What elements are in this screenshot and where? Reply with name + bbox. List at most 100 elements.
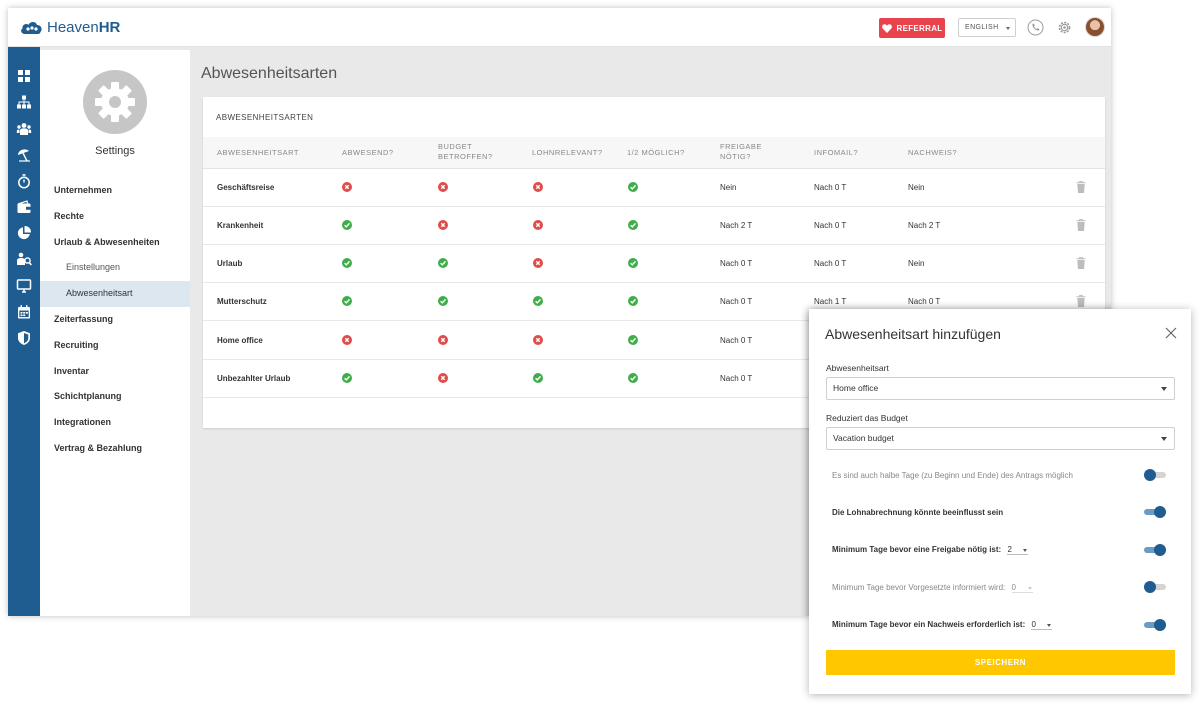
check-circle-icon [342, 258, 352, 268]
cross-circle-icon [533, 258, 543, 268]
menu-item-zeiterfassung[interactable]: Zeiterfassung [40, 307, 190, 333]
menu-item-abwesenheitsart[interactable]: Abwesenheitsart [40, 281, 190, 307]
inform-days-select[interactable]: 0 [1011, 583, 1033, 593]
col-approval[interactable]: FREIGABE NÖTIG? [720, 142, 762, 162]
modal-title: Abwesenheitsart hinzufügen [825, 326, 1001, 342]
table-row[interactable]: Urlaub Nach 0 T Nach 0 T Nein [203, 245, 1105, 283]
toggle-approval[interactable] [1144, 544, 1166, 556]
col-budget-line2: BETROFFEN? [438, 152, 493, 161]
save-button[interactable]: SPEICHERN [826, 650, 1175, 675]
avatar[interactable] [1085, 17, 1105, 37]
trash-icon[interactable] [1076, 295, 1086, 307]
cell-approval: Nach 0 T [720, 297, 753, 306]
recruiting-icon[interactable] [16, 251, 32, 267]
check-circle-icon [342, 220, 352, 230]
proof-days-select[interactable]: 0 [1031, 620, 1053, 630]
pie-chart-icon[interactable] [16, 225, 32, 241]
cross-circle-icon [342, 335, 352, 345]
check-circle-icon [533, 296, 543, 306]
absence-type-name: Krankenheit [217, 221, 264, 230]
logo[interactable]: HeavenHR [20, 19, 120, 36]
trash-icon[interactable] [1076, 181, 1086, 193]
menu-item-integrationen[interactable]: Integrationen [40, 410, 190, 436]
trash-icon[interactable] [1076, 257, 1086, 269]
approval-days-select[interactable]: 2 [1007, 545, 1029, 555]
heart-icon [881, 23, 892, 33]
chevron-down-icon [1161, 387, 1167, 391]
cell-approval: Nach 0 T [720, 374, 753, 383]
table-header: ABWESENHEITSART ABWESEND? BUDGET BETROFFE… [203, 137, 1105, 169]
phone-icon[interactable] [1027, 19, 1044, 36]
nav-rail [8, 47, 40, 616]
col-absent[interactable]: ABWESEND? [342, 148, 394, 158]
absence-type-name: Geschäftsreise [217, 183, 275, 192]
shield-icon[interactable] [16, 330, 32, 346]
language-select[interactable]: ENGLISH [958, 18, 1016, 37]
people-icon[interactable] [16, 121, 32, 137]
toggle-knob [1154, 619, 1166, 631]
col-type[interactable]: ABWESENHEITSART [217, 148, 299, 158]
budget-select[interactable]: Vacation budget [826, 427, 1175, 450]
chevron-down-icon [1006, 27, 1010, 30]
close-icon[interactable] [1164, 326, 1178, 340]
proof-days-value: 0 [1031, 620, 1036, 629]
check-circle-icon [628, 220, 638, 230]
calendar-icon[interactable] [16, 304, 32, 320]
settings-title: Settings [95, 145, 135, 157]
cross-circle-icon [533, 182, 543, 192]
logo-text-bold: HR [98, 19, 121, 36]
org-chart-icon[interactable] [16, 94, 32, 110]
language-value: ENGLISH [965, 24, 999, 31]
dashboard-icon[interactable] [16, 68, 32, 84]
option-approval-label: Minimum Tage bevor eine Freigabe nötig i… [832, 545, 1002, 554]
menu-item-vertrag-bezahlung[interactable]: Vertrag & Bezahlung [40, 436, 190, 462]
menu-item-einstellungen[interactable]: Einstellungen [40, 255, 190, 281]
cross-circle-icon [438, 373, 448, 383]
menu-item-urlaub-abwesenheiten[interactable]: Urlaub & Abwesenheiten [40, 230, 190, 256]
toggle-knob [1144, 581, 1156, 593]
trash-icon[interactable] [1076, 219, 1086, 231]
toggle-payroll[interactable] [1144, 506, 1166, 518]
menu-item-inventar[interactable]: Inventar [40, 359, 190, 385]
col-payroll[interactable]: LOHNRELEVANT? [532, 148, 603, 158]
menu-item-rechte[interactable]: Rechte [40, 204, 190, 230]
toggle-knob [1154, 506, 1166, 518]
check-circle-icon [342, 296, 352, 306]
option-half-days-label: Es sind auch halbe Tage (zu Beginn und E… [832, 471, 1073, 480]
inform-days-value: 0 [1011, 583, 1016, 592]
wallet-icon[interactable] [16, 199, 32, 215]
menu-item-recruiting[interactable]: Recruiting [40, 333, 190, 359]
col-approval-line1: FREIGABE [720, 142, 762, 151]
monitor-icon[interactable] [16, 278, 32, 294]
type-select-value: Home office [833, 383, 879, 393]
col-proof[interactable]: NACHWEIS? [908, 148, 957, 158]
absence-type-name: Urlaub [217, 259, 243, 268]
approval-days-value: 2 [1007, 545, 1012, 554]
table-row[interactable]: Geschäftsreise Nein Nach 0 T Nein [203, 169, 1105, 207]
col-budget[interactable]: BUDGET BETROFFEN? [438, 142, 493, 162]
menu-item-schichtplanung[interactable]: Schichtplanung [40, 384, 190, 410]
vacation-umbrella-icon[interactable] [16, 147, 32, 163]
budget-select-value: Vacation budget [833, 433, 894, 443]
cell-proof: Nein [908, 259, 925, 268]
referral-button[interactable]: REFERRAL [879, 18, 945, 38]
toggle-proof[interactable] [1144, 619, 1166, 631]
cell-infomail: Nach 0 T [814, 259, 847, 268]
check-circle-icon [342, 373, 352, 383]
menu-item-unternehmen[interactable]: Unternehmen [40, 178, 190, 204]
toggle-half-days[interactable] [1144, 469, 1166, 481]
cell-infomail: Nach 0 T [814, 183, 847, 192]
cross-circle-icon [533, 220, 543, 230]
chevron-down-icon [1027, 587, 1032, 590]
stopwatch-icon[interactable] [16, 173, 32, 189]
col-half-day[interactable]: 1/2 MÖGLICH? [627, 148, 685, 158]
cell-infomail: Nach 0 T [814, 221, 847, 230]
option-inform-label: Minimum Tage bevor Vorgesetzte informier… [832, 583, 1006, 592]
toggle-inform[interactable] [1144, 581, 1166, 593]
cell-infomail: Nach 1 T [814, 297, 847, 306]
cell-approval: Nein [720, 183, 737, 192]
type-select[interactable]: Home office [826, 377, 1175, 400]
col-infomail[interactable]: INFOMAIL? [814, 148, 858, 158]
table-row[interactable]: Krankenheit Nach 2 T Nach 0 T Nach 2 T [203, 207, 1105, 245]
gear-icon[interactable] [1056, 19, 1073, 36]
